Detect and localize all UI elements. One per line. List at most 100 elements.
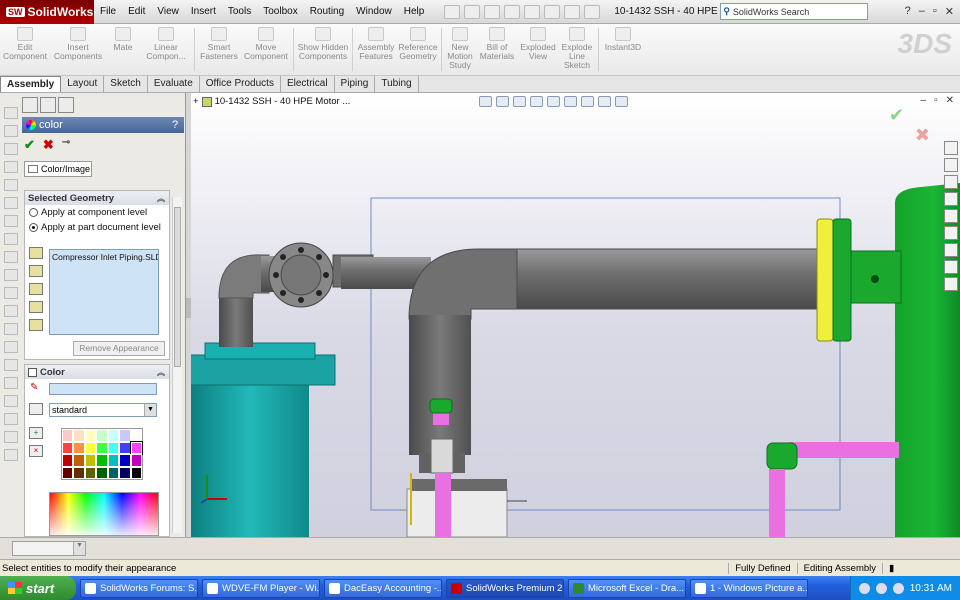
main-pipe-horizontal[interactable] <box>516 248 818 310</box>
apply-component-level-option[interactable]: Apply at component level <box>25 205 169 220</box>
menu-edit[interactable]: Edit <box>122 6 151 17</box>
palette-swatch[interactable] <box>62 466 74 479</box>
linear-component-pattern-button[interactable]: Linear Compon... <box>140 24 192 75</box>
tool-icon[interactable] <box>4 233 18 245</box>
cancel-button[interactable]: ✖ <box>43 137 54 153</box>
palette-swatch[interactable] <box>119 429 131 442</box>
smart-fasteners-button[interactable]: Smart Fasteners <box>197 24 241 75</box>
palette-swatch[interactable] <box>96 466 108 479</box>
palette-swatch[interactable] <box>119 466 131 479</box>
palette-icon[interactable] <box>29 403 43 415</box>
display-style-icon[interactable] <box>564 95 577 107</box>
inlet-pipe-vertical[interactable] <box>219 291 253 347</box>
palette-swatch[interactable] <box>84 466 97 479</box>
tab-assembly[interactable]: Assembly <box>0 76 62 92</box>
viewport-restore-icon[interactable]: ▫ <box>934 95 938 106</box>
previous-view-icon[interactable] <box>513 95 526 107</box>
magenta-line-horizontal[interactable] <box>789 442 899 458</box>
palette-swatch[interactable] <box>107 466 120 479</box>
tool-icon[interactable] <box>4 179 18 191</box>
view-orientation-icon[interactable] <box>547 95 560 107</box>
move-component-button[interactable]: Move Component <box>241 24 291 75</box>
select-body-icon[interactable] <box>29 319 43 331</box>
palette-swatch[interactable] <box>73 466 85 479</box>
color-spectrum[interactable] <box>49 492 159 536</box>
selection-list[interactable]: Compressor Inlet Piping.SLDA <box>49 249 159 335</box>
network-icon[interactable] <box>892 582 904 594</box>
magenta-line-elbow[interactable] <box>766 442 798 470</box>
tool-icon[interactable] <box>4 305 18 317</box>
palette-swatch[interactable] <box>84 441 97 454</box>
green-flange[interactable] <box>832 218 852 342</box>
palette-swatch[interactable] <box>84 454 97 467</box>
tool-icon[interactable] <box>4 125 18 137</box>
insert-components-button[interactable]: Insert Components <box>50 24 106 75</box>
edit-appearance-icon[interactable] <box>598 95 611 107</box>
radio-button-selected[interactable] <box>29 223 38 232</box>
magenta-line-drop[interactable] <box>769 469 785 537</box>
tab-office-products[interactable]: Office Products <box>200 76 281 92</box>
tool-icon[interactable] <box>4 323 18 335</box>
palette-swatch[interactable] <box>84 429 97 442</box>
tool-icon[interactable] <box>4 341 18 353</box>
library-icon[interactable] <box>944 192 958 206</box>
save-icon[interactable] <box>484 4 501 19</box>
app-logo[interactable]: SW SolidWorks <box>0 0 94 24</box>
clock[interactable]: 10:31 AM <box>910 583 952 594</box>
edit-component-button[interactable]: Edit Component <box>0 24 50 75</box>
magenta-line-vertical[interactable] <box>435 473 451 537</box>
radio-button[interactable] <box>29 208 38 217</box>
palette-swatch[interactable] <box>73 454 85 467</box>
palette-swatch[interactable] <box>130 429 142 442</box>
apply-part-level-option[interactable]: Apply at part document level <box>25 220 169 235</box>
select-part-icon[interactable] <box>29 265 43 277</box>
design-library-icon[interactable] <box>944 277 958 291</box>
select-face-icon[interactable] <box>29 283 43 295</box>
color-palette[interactable] <box>61 428 144 480</box>
tool-icon[interactable] <box>4 287 18 299</box>
instant3d-button[interactable]: Instant3D <box>601 24 645 75</box>
show-hidden-components-button[interactable]: Show Hidden Components <box>296 24 350 75</box>
appearances-icon[interactable] <box>944 243 958 257</box>
valve-body[interactable] <box>430 438 454 474</box>
current-color-swatch[interactable] <box>49 383 157 395</box>
palette-swatch[interactable] <box>130 454 142 467</box>
palette-swatch[interactable] <box>107 429 120 442</box>
assembly-features-button[interactable]: Assembly Features <box>355 24 397 75</box>
panel-scrollbar[interactable] <box>172 197 182 533</box>
tool-icon[interactable] <box>4 107 18 119</box>
minimize-icon[interactable]: – <box>919 5 925 18</box>
tool-icon[interactable] <box>4 449 18 461</box>
select-component-icon[interactable] <box>29 247 43 259</box>
yellow-flange[interactable] <box>816 218 834 342</box>
options-icon[interactable] <box>584 4 601 19</box>
print-icon[interactable] <box>504 4 521 19</box>
palette-swatch[interactable] <box>107 441 120 454</box>
graphics-area[interactable]: + 10-1432 SSH - 40 HPE Motor ... – ▫ ✕ ✔… <box>191 93 960 537</box>
taskbar-button-picture-viewer[interactable]: 1 - Windows Picture a... <box>690 578 808 598</box>
feature-manager-tab-icon[interactable] <box>22 97 38 113</box>
remove-appearance-button[interactable]: Remove Appearance <box>73 341 165 356</box>
resources-icon[interactable] <box>944 158 958 172</box>
palette-swatch[interactable] <box>62 454 74 467</box>
menu-file[interactable]: File <box>94 6 122 17</box>
exploded-view-button[interactable]: Exploded View <box>518 24 558 75</box>
palette-swatch[interactable] <box>107 454 120 467</box>
menu-window[interactable]: Window <box>350 6 398 17</box>
palette-swatch[interactable] <box>73 429 85 442</box>
ok-button[interactable]: ✔ <box>24 137 35 153</box>
confirmation-cancel-icon[interactable]: ✖ <box>915 125 930 146</box>
list-item[interactable]: Compressor Inlet Piping.SLDA <box>52 252 158 262</box>
tool-icon[interactable] <box>4 251 18 263</box>
tab-color-image[interactable]: Color/Image <box>24 161 92 177</box>
palette-swatch[interactable] <box>119 441 131 454</box>
tool-icon[interactable] <box>4 215 18 227</box>
status-rebuild-icon[interactable]: ▮ <box>882 562 960 574</box>
taskbar-button-forums[interactable]: SolidWorks Forums: S... <box>80 578 198 598</box>
selected-geometry-heading[interactable]: Selected Geometry ︽ <box>25 191 169 205</box>
tab-layout[interactable]: Layout <box>61 76 105 92</box>
mate-button[interactable]: Mate <box>106 24 140 75</box>
menu-routing[interactable]: Routing <box>304 6 350 17</box>
open-document-icon[interactable] <box>464 4 481 19</box>
palette-swatch[interactable] <box>62 429 74 442</box>
